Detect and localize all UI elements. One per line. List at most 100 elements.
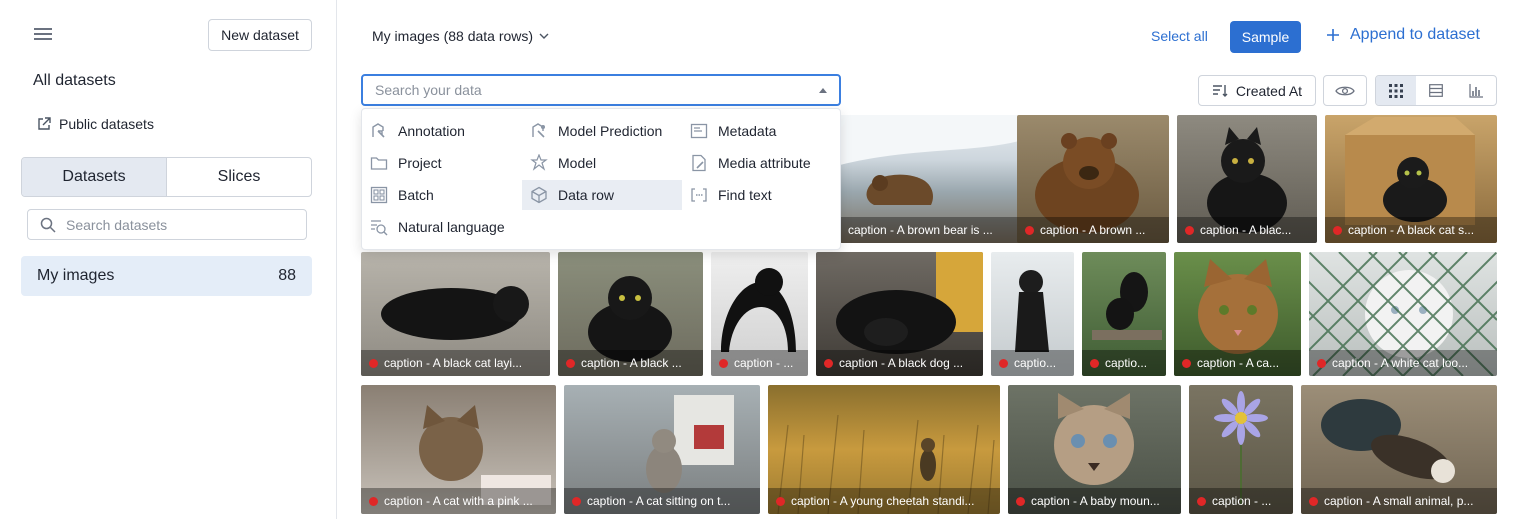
annotation-icon: [372, 123, 385, 138]
status-dot: [1185, 225, 1194, 235]
caption-text: caption - A blac...: [1200, 223, 1292, 237]
filter-option-label: Natural language: [398, 219, 505, 235]
list-icon: [1429, 84, 1443, 97]
filter-option-annotation[interactable]: Annotation: [362, 116, 522, 146]
media-attribute-icon: [692, 154, 706, 172]
dataset-title: My images (88 data rows): [372, 28, 534, 44]
image-tile[interactable]: caption - A cat with a pink ...: [361, 385, 556, 514]
view-mode-switch: [1375, 75, 1497, 106]
image-tile[interactable]: caption - A ca...: [1174, 252, 1301, 376]
filter-option-model[interactable]: Model: [522, 148, 682, 178]
image-tile[interactable]: caption - A brown ...: [1017, 115, 1169, 243]
image-tile[interactable]: caption - A black cat layi...: [361, 252, 550, 376]
dataset-item-my-images[interactable]: My images 88: [21, 256, 312, 296]
filter-option-label: Project: [398, 155, 442, 171]
filter-option-label: Model: [558, 155, 597, 171]
filter-option-batch[interactable]: Batch: [362, 180, 522, 210]
model-icon: [530, 154, 548, 171]
dataset-item-count: 88: [278, 267, 296, 284]
caption-bar: caption - A black dog ...: [816, 350, 983, 376]
external-link-icon: [38, 117, 51, 130]
new-dataset-button[interactable]: New dataset: [208, 19, 312, 51]
tab-datasets[interactable]: Datasets: [22, 158, 167, 196]
caption-text: caption - A ca...: [1197, 356, 1280, 370]
caption-bar: captio...: [991, 350, 1074, 376]
caption-text: caption - A cat with a pink ...: [384, 494, 533, 508]
status-dot: [369, 358, 378, 368]
filter-option-project[interactable]: Project: [362, 148, 522, 178]
image-tile[interactable]: caption - A brown bear is ...: [840, 115, 1037, 243]
sort-label: Created At: [1235, 82, 1303, 99]
chart-view-button[interactable]: [1456, 76, 1496, 105]
filter-option-label: Batch: [398, 187, 434, 203]
public-datasets-label: Public datasets: [59, 116, 154, 132]
caption-text: caption - A young cheetah standi...: [791, 494, 975, 508]
find-text-icon: [691, 188, 707, 202]
grid-view-button[interactable]: [1376, 76, 1416, 105]
image-tile[interactable]: caption - A black ...: [558, 252, 703, 376]
filter-option-find-text[interactable]: Find text: [682, 180, 842, 210]
sort-button[interactable]: Created At: [1198, 75, 1316, 106]
image-tile[interactable]: caption - A young cheetah standi...: [768, 385, 1000, 514]
filter-option-media-attribute[interactable]: Media attribute: [682, 148, 842, 178]
filter-option-natural-language[interactable]: Natural language: [362, 212, 562, 242]
dataset-search-input[interactable]: [66, 216, 286, 233]
grid-icon: [1389, 83, 1403, 98]
filter-option-label: Model Prediction: [558, 123, 663, 139]
image-tile[interactable]: caption - A black dog ...: [816, 252, 983, 376]
caption-bar: caption - A white cat loo...: [1309, 350, 1497, 376]
image-tile[interactable]: caption - A blac...: [1177, 115, 1317, 243]
dataset-title-dropdown[interactable]: My images (88 data rows): [372, 28, 549, 44]
batch-icon: [370, 186, 388, 204]
menu-icon[interactable]: [34, 28, 52, 42]
visibility-toggle[interactable]: [1323, 75, 1367, 106]
status-dot: [1025, 225, 1034, 235]
metadata-icon: [690, 123, 708, 139]
image-tile[interactable]: caption - A baby moun...: [1008, 385, 1181, 514]
caption-bar: caption - A black ...: [558, 350, 703, 376]
caption-bar: caption - A cat sitting on t...: [564, 488, 760, 514]
caption-bar: caption - A cat with a pink ...: [361, 488, 556, 514]
caption-bar: caption - A black cat s...: [1325, 217, 1497, 243]
select-all-link[interactable]: Select all: [1151, 28, 1208, 44]
caret-up-icon[interactable]: [819, 87, 827, 93]
plus-icon: [1327, 29, 1339, 41]
cube-icon: [531, 186, 547, 204]
status-dot: [1309, 496, 1318, 506]
image-tile[interactable]: captio...: [1082, 252, 1166, 376]
append-to-dataset-button[interactable]: Append to dataset: [1326, 26, 1480, 44]
folder-icon: [370, 157, 388, 170]
filter-option-metadata[interactable]: Metadata: [682, 116, 842, 146]
filter-option-data-row[interactable]: Data row: [522, 180, 682, 210]
image-tile[interactable]: caption - A white cat loo...: [1309, 252, 1497, 376]
filter-option-label: Media attribute: [718, 155, 811, 171]
caption-bar: caption - A brown bear is ...: [840, 217, 1037, 243]
image-tile[interactable]: captio...: [991, 252, 1074, 376]
image-tile[interactable]: caption - A small animal, p...: [1301, 385, 1497, 514]
caption-bar: caption - A small animal, p...: [1301, 488, 1497, 514]
filter-option-model-prediction[interactable]: Model Prediction: [522, 116, 682, 146]
filter-option-label: Metadata: [718, 123, 777, 139]
status-dot: [824, 358, 833, 368]
public-datasets-link[interactable]: Public datasets: [37, 116, 154, 132]
list-view-button[interactable]: [1416, 76, 1456, 105]
caption-text: caption - A black ...: [581, 356, 682, 370]
caption-text: caption - A small animal, p...: [1324, 494, 1474, 508]
data-search-input[interactable]: [375, 82, 819, 98]
status-dot: [1090, 358, 1099, 368]
status-dot: [1197, 496, 1206, 506]
caption-text: caption - A black cat s...: [1348, 223, 1475, 237]
caption-bar: caption - A ca...: [1174, 350, 1301, 376]
caption-text: captio...: [1014, 356, 1057, 370]
tab-slices[interactable]: Slices: [167, 158, 311, 196]
image-tile[interactable]: caption - A black cat s...: [1325, 115, 1497, 243]
sample-button[interactable]: Sample: [1230, 21, 1301, 53]
image-tile[interactable]: caption - ...: [1189, 385, 1293, 514]
image-tile[interactable]: caption - ...: [711, 252, 808, 376]
sidebar: New dataset All datasets Public datasets…: [0, 0, 337, 519]
sort-icon: [1212, 84, 1228, 97]
caption-bar: caption - A brown ...: [1017, 217, 1169, 243]
caption-text: caption - A black dog ...: [839, 356, 964, 370]
image-tile[interactable]: caption - A cat sitting on t...: [564, 385, 760, 514]
caption-bar: caption - A black cat layi...: [361, 350, 550, 376]
